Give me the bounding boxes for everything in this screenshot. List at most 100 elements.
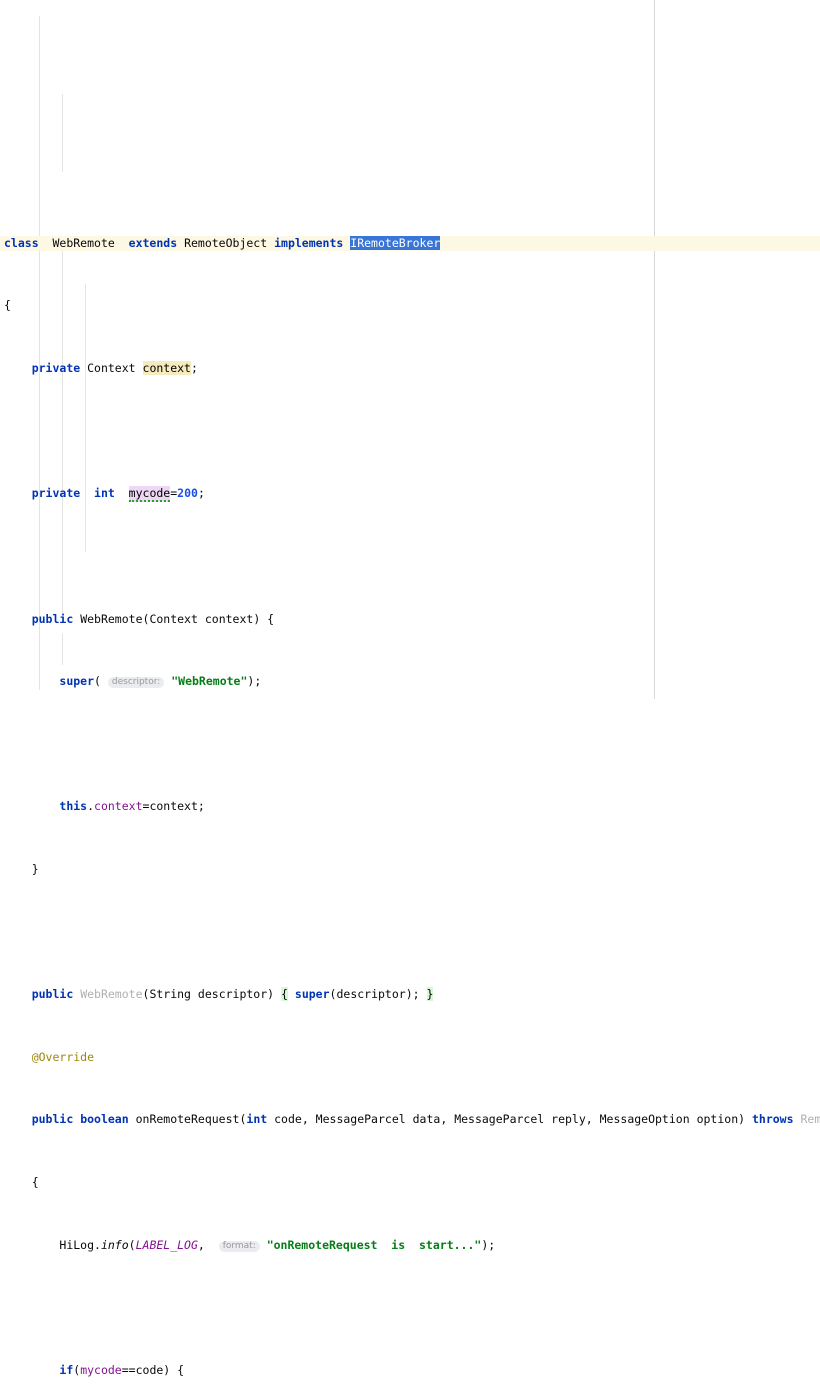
token-method-info: info bbox=[100, 1237, 129, 1252]
code-line[interactable] bbox=[0, 925, 820, 941]
code-line[interactable]: this.context=context; bbox=[0, 799, 820, 815]
token-field-mycode[interactable]: mycode bbox=[128, 486, 171, 503]
token-comma: , bbox=[301, 1112, 316, 1127]
token-keyword-super: super bbox=[294, 987, 330, 1002]
token-paren-brace: ) { bbox=[253, 611, 275, 626]
code-line[interactable] bbox=[0, 1300, 820, 1316]
token-type-webremote-unused: WebRemote bbox=[80, 987, 143, 1002]
token-semicolon: ; bbox=[197, 486, 205, 501]
code-line[interactable]: private Context context; bbox=[0, 361, 820, 377]
selected-identifier[interactable]: IRemoteBroker bbox=[350, 235, 441, 250]
token-keyword-implements: implements bbox=[274, 235, 344, 250]
token-type-webremote: WebRemote bbox=[80, 611, 143, 626]
token-keyword-boolean: boolean bbox=[80, 1112, 129, 1127]
token-comma: , bbox=[440, 1112, 455, 1127]
token-paren: ( bbox=[94, 674, 108, 689]
token-paren: ( bbox=[239, 1112, 247, 1127]
code-line[interactable]: public WebRemote(Context context) { bbox=[0, 612, 820, 628]
token-keyword-int: int bbox=[246, 1112, 268, 1127]
token-semicolon: ; bbox=[197, 799, 205, 814]
code-editor[interactable]: class WebRemote extends RemoteObject imp… bbox=[0, 0, 820, 1377]
code-line[interactable]: if(mycode==code) { bbox=[0, 1363, 820, 1379]
code-line[interactable]: } bbox=[0, 862, 820, 878]
code-line[interactable]: HiLog.info(LABEL_LOG, format: "onRemoteR… bbox=[0, 1238, 820, 1254]
token-annotation-override: @Override bbox=[31, 1049, 95, 1064]
inlay-hint-descriptor[interactable]: descriptor: bbox=[107, 677, 165, 689]
token-semicolon: ; bbox=[190, 361, 198, 376]
code-line[interactable]: class WebRemote extends RemoteObject imp… bbox=[0, 235, 820, 252]
code-line[interactable] bbox=[0, 424, 820, 440]
token-constant-label-log: LABEL_LOG bbox=[135, 1237, 198, 1252]
code-line[interactable]: { bbox=[0, 298, 820, 314]
code-line[interactable]: { bbox=[0, 1175, 820, 1191]
token-type-context: Context bbox=[149, 611, 198, 626]
token-keyword-class: class bbox=[4, 235, 39, 250]
token-type-remoteexception: RemoteException bbox=[800, 1112, 820, 1127]
token-paren: ( bbox=[142, 987, 150, 1002]
token-brace-match-open: { bbox=[281, 987, 288, 1002]
token-type-messageparcel: MessageParcel bbox=[454, 1112, 545, 1127]
token-type-messageoption: MessageOption bbox=[599, 1112, 690, 1127]
code-line[interactable]: public WebRemote(String descriptor) { su… bbox=[0, 987, 820, 1003]
token-brace-open: { bbox=[31, 1174, 39, 1189]
token-comma: , bbox=[585, 1112, 600, 1127]
token-string-webremote: "WebRemote" bbox=[171, 674, 248, 689]
token-paren-close: ); bbox=[481, 1237, 496, 1252]
token-field-mycode: mycode bbox=[80, 1362, 122, 1377]
token-field-context[interactable]: context bbox=[142, 361, 191, 376]
token-param-code: code bbox=[274, 1112, 302, 1127]
code-line[interactable]: public boolean onRemoteRequest(int code,… bbox=[0, 1112, 820, 1128]
token-keyword-public: public bbox=[31, 611, 74, 626]
code-content[interactable]: class WebRemote extends RemoteObject imp… bbox=[0, 188, 820, 1398]
token-param-context: context bbox=[204, 611, 254, 626]
code-line[interactable] bbox=[0, 737, 820, 753]
token-dot: . bbox=[94, 1237, 101, 1252]
token-keyword-public: public bbox=[31, 987, 74, 1002]
code-line[interactable] bbox=[0, 549, 820, 565]
token-operator-eq: == bbox=[121, 1362, 136, 1377]
token-keyword-if: if bbox=[59, 1362, 74, 1377]
code-line[interactable]: private int mycode=200; bbox=[0, 486, 820, 503]
code-line[interactable]: @Override bbox=[0, 1050, 820, 1066]
token-paren: ( bbox=[73, 1362, 81, 1377]
token-paren-close: ) bbox=[738, 1112, 752, 1127]
inlay-hint-format[interactable]: format: bbox=[218, 1240, 260, 1252]
token-keyword-this: this bbox=[59, 799, 88, 814]
token-keyword-extends: extends bbox=[128, 235, 178, 250]
token-paren-brace: ) { bbox=[163, 1362, 185, 1377]
token-paren-semicolon: ); bbox=[405, 987, 427, 1002]
code-line[interactable]: super( descriptor: "WebRemote"); bbox=[0, 674, 820, 690]
token-paren-close: ); bbox=[247, 674, 262, 689]
token-string-onremoterequest: "onRemoteRequest is start..." bbox=[266, 1237, 482, 1252]
token-paren-close: ) bbox=[267, 987, 282, 1002]
token-type-context: Context bbox=[87, 361, 136, 376]
token-type-hilog: HiLog bbox=[59, 1237, 95, 1252]
token-param-code: code bbox=[135, 1362, 164, 1377]
token-param-context: context bbox=[149, 799, 198, 814]
token-keyword-private: private bbox=[31, 486, 81, 501]
token-brace-close: } bbox=[31, 861, 39, 876]
token-type-messageparcel: MessageParcel bbox=[315, 1112, 406, 1127]
